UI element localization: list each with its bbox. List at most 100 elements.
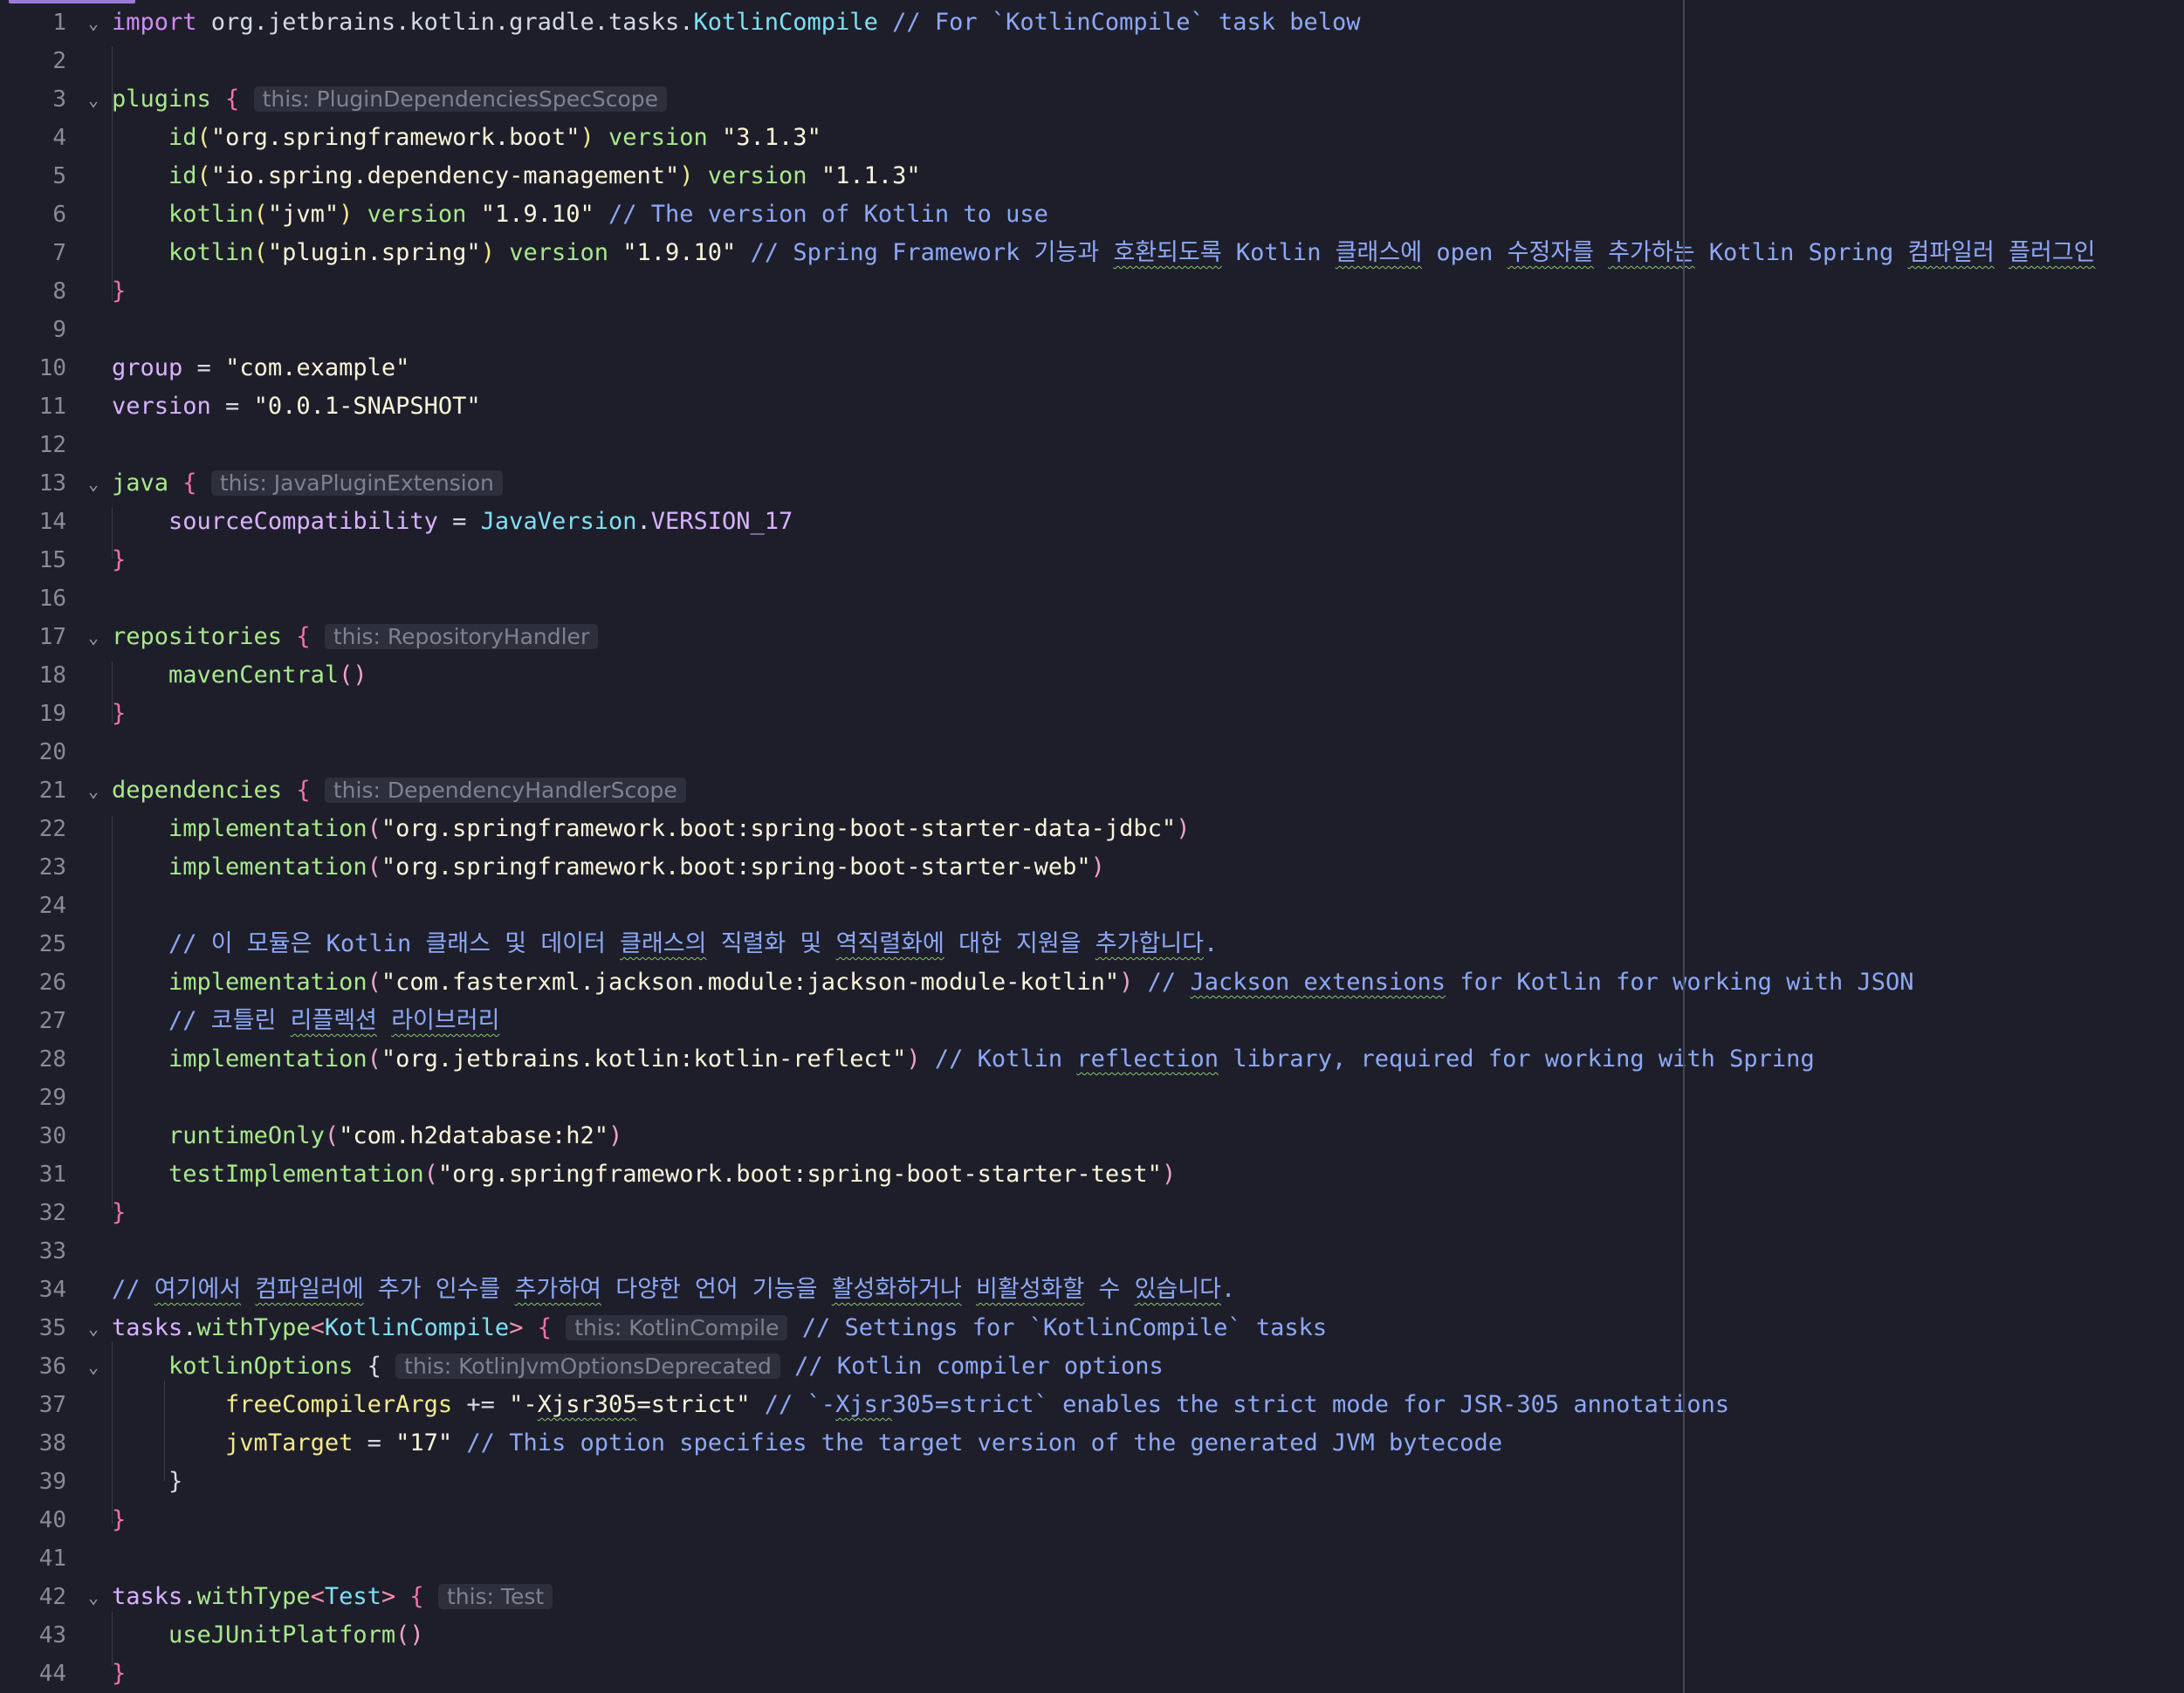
code-line-43[interactable]: useJUnitPlatform() bbox=[112, 1616, 424, 1655]
code-area[interactable]: import org.jetbrains.kotlin.gradle.tasks… bbox=[112, 0, 2181, 1693]
comment: Kotlin Spring bbox=[1694, 239, 1908, 266]
line-number[interactable]: 32 bbox=[39, 1194, 66, 1232]
code-line-39[interactable]: } bbox=[112, 1463, 182, 1501]
code-line-28[interactable]: implementation("org.jetbrains.kotlin:kot… bbox=[112, 1040, 1815, 1079]
code-line-22[interactable]: implementation("org.springframework.boot… bbox=[112, 810, 1190, 848]
chevron-down-icon[interactable]: ⌄ bbox=[86, 1578, 101, 1616]
code-line-13[interactable]: java { this: JavaPluginExtension bbox=[112, 464, 503, 503]
line-number[interactable]: 13 bbox=[39, 464, 66, 503]
line-number[interactable]: 31 bbox=[39, 1155, 66, 1194]
code-line-19[interactable]: } bbox=[112, 695, 126, 733]
code-line-26[interactable]: implementation("com.fasterxml.jackson.mo… bbox=[112, 963, 1913, 1002]
line-number[interactable]: 29 bbox=[39, 1079, 66, 1117]
line-number[interactable]: 3 bbox=[52, 80, 66, 119]
code-line-38[interactable]: jvmTarget = "17" // This option specifie… bbox=[112, 1424, 1502, 1463]
line-number[interactable]: 2 bbox=[52, 42, 66, 80]
line-number[interactable]: 39 bbox=[39, 1463, 66, 1501]
line-number[interactable]: 11 bbox=[39, 387, 66, 426]
paren: ) bbox=[906, 1045, 921, 1073]
line-number[interactable]: 36 bbox=[39, 1347, 66, 1386]
chevron-down-icon[interactable]: ⌄ bbox=[86, 1309, 101, 1347]
line-number[interactable]: 17 bbox=[39, 618, 66, 656]
angle-bracket: > bbox=[509, 1314, 524, 1341]
code-line-35[interactable]: tasks.withType<KotlinCompile> { this: Ko… bbox=[112, 1309, 1327, 1347]
line-number[interactable]: 41 bbox=[39, 1539, 66, 1578]
line-number[interactable]: 40 bbox=[39, 1501, 66, 1539]
code-line-10[interactable]: group = "com.example" bbox=[112, 349, 409, 387]
line-number[interactable]: 24 bbox=[39, 887, 66, 925]
line-number[interactable]: 21 bbox=[39, 771, 66, 810]
line-number[interactable]: 37 bbox=[39, 1386, 66, 1424]
line-number[interactable]: 12 bbox=[39, 426, 66, 464]
code-editor[interactable]: 1 2 3 4 5 6 7 8 9 10 11 12 13 14 15 16 17 18 19 20 21 22 23 24 2… bbox=[0, 0, 2184, 1693]
line-number[interactable]: 25 bbox=[39, 925, 66, 963]
code-line-44[interactable]: } bbox=[112, 1655, 126, 1693]
line-number[interactable]: 18 bbox=[39, 656, 66, 695]
code-line-7[interactable]: kotlin("plugin.spring") version "1.9.10"… bbox=[112, 234, 2095, 272]
line-number[interactable]: 10 bbox=[39, 349, 66, 387]
code-line-3[interactable]: plugins { this: PluginDependenciesSpecSc… bbox=[112, 80, 668, 119]
line-number[interactable]: 7 bbox=[52, 234, 66, 272]
line-number[interactable]: 44 bbox=[39, 1655, 66, 1693]
chevron-down-icon[interactable]: ⌄ bbox=[86, 618, 101, 656]
code-line-14[interactable]: sourceCompatibility = JavaVersion.VERSIO… bbox=[112, 503, 793, 541]
line-number[interactable]: 14 bbox=[39, 503, 66, 541]
inlay-hint: this: Test bbox=[437, 1584, 553, 1609]
chevron-down-icon[interactable]: ⌄ bbox=[86, 80, 101, 119]
string-literal: "org.springframework.boot" bbox=[210, 124, 580, 151]
line-number[interactable]: 15 bbox=[39, 541, 66, 579]
code-line-34[interactable]: // 여기에서 컴파일러에 추가 인수를 추가하여 다양한 언어 기능을 활성화… bbox=[112, 1271, 1235, 1309]
code-line-23[interactable]: implementation("org.springframework.boot… bbox=[112, 848, 1105, 887]
code-line-6[interactable]: kotlin("jvm") version "1.9.10" // The ve… bbox=[112, 195, 1048, 234]
chevron-down-icon[interactable]: ⌄ bbox=[86, 3, 101, 42]
line-number[interactable]: 22 bbox=[39, 810, 66, 848]
comment: . bbox=[1220, 1276, 1236, 1303]
line-number[interactable]: 19 bbox=[39, 695, 66, 733]
code-line-31[interactable]: testImplementation("org.springframework.… bbox=[112, 1155, 1176, 1194]
line-number[interactable]: 16 bbox=[39, 579, 66, 618]
code-line-17[interactable]: repositories { this: RepositoryHandler bbox=[112, 618, 599, 656]
line-number[interactable]: 1 bbox=[52, 3, 66, 42]
code-line-30[interactable]: runtimeOnly("com.h2database:h2") bbox=[112, 1117, 622, 1155]
code-line-11[interactable]: version = "0.0.1-SNAPSHOT" bbox=[112, 387, 481, 426]
code-line-32[interactable]: } bbox=[112, 1194, 126, 1232]
code-line-18[interactable]: mavenCentral() bbox=[112, 656, 367, 695]
code-line-37[interactable]: freeCompilerArgs += "-Xjsr305=strict" //… bbox=[112, 1386, 1729, 1424]
line-number[interactable]: 9 bbox=[52, 311, 66, 349]
line-number[interactable]: 34 bbox=[39, 1271, 66, 1309]
line-number[interactable]: 23 bbox=[39, 848, 66, 887]
line-number[interactable]: 28 bbox=[39, 1040, 66, 1079]
line-number[interactable]: 8 bbox=[52, 272, 66, 311]
code-line-42[interactable]: tasks.withType<Test> { this: Test bbox=[112, 1578, 553, 1616]
line-number[interactable]: 4 bbox=[52, 119, 66, 157]
brace: } bbox=[112, 1199, 127, 1226]
brace: } bbox=[112, 546, 127, 573]
line-number[interactable]: 27 bbox=[39, 1002, 66, 1040]
line-number[interactable]: 6 bbox=[52, 195, 66, 234]
code-line-8[interactable]: } bbox=[112, 272, 126, 311]
chevron-down-icon[interactable]: ⌄ bbox=[86, 464, 101, 503]
code-line-36[interactable]: kotlinOptions { this: KotlinJvmOptionsDe… bbox=[112, 1347, 1164, 1386]
line-number[interactable]: 26 bbox=[39, 963, 66, 1002]
code-line-4[interactable]: id("org.springframework.boot") version "… bbox=[112, 119, 821, 157]
line-number[interactable]: 43 bbox=[39, 1616, 66, 1655]
operator: += bbox=[452, 1391, 510, 1418]
code-line-15[interactable]: } bbox=[112, 541, 126, 579]
code-line-40[interactable]: } bbox=[112, 1501, 126, 1539]
line-number[interactable]: 42 bbox=[39, 1578, 66, 1616]
line-number[interactable]: 30 bbox=[39, 1117, 66, 1155]
line-number[interactable]: 5 bbox=[52, 157, 66, 195]
line-number[interactable]: 20 bbox=[39, 733, 66, 771]
line-number[interactable]: 38 bbox=[39, 1424, 66, 1463]
code-line-27[interactable]: // 코틀린 리플렉션 라이브러리 bbox=[112, 1002, 499, 1040]
chevron-down-icon[interactable]: ⌄ bbox=[86, 771, 101, 810]
property: sourceCompatibility bbox=[168, 508, 438, 535]
brace: } bbox=[112, 278, 127, 305]
chevron-down-icon[interactable]: ⌄ bbox=[86, 1347, 101, 1386]
line-number[interactable]: 33 bbox=[39, 1232, 66, 1271]
line-number[interactable]: 35 bbox=[39, 1309, 66, 1347]
code-line-1[interactable]: import org.jetbrains.kotlin.gradle.tasks… bbox=[112, 3, 1361, 42]
code-line-25[interactable]: // 이 모듈은 Kotlin 클래스 및 데이터 클래스의 직렬화 및 역직렬… bbox=[112, 925, 1218, 963]
code-line-5[interactable]: id("io.spring.dependency-management") ve… bbox=[112, 157, 921, 195]
code-line-21[interactable]: dependencies { this: DependencyHandlerSc… bbox=[112, 771, 686, 810]
